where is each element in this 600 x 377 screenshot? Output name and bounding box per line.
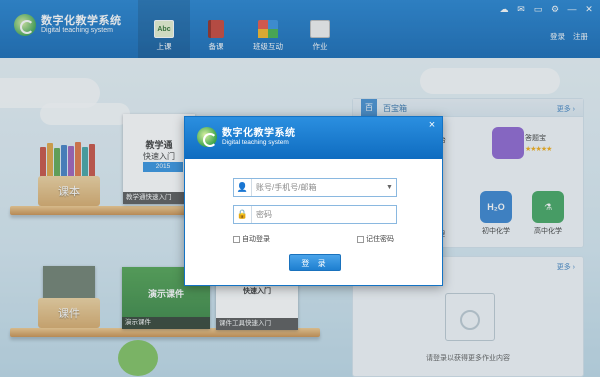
remember-password-label: 记住密码 bbox=[366, 236, 394, 243]
dialog-logo: 数字化教学系统 Digital teaching system bbox=[197, 127, 296, 147]
login-dialog: 数字化教学系统 Digital teaching system × 👤 ▼ 🔒 … bbox=[184, 116, 443, 286]
dialog-title: 数字化教学系统 bbox=[222, 127, 296, 139]
remember-password-checkbox[interactable]: 记住密码 bbox=[357, 234, 394, 244]
chevron-down-icon[interactable]: ▼ bbox=[386, 184, 396, 191]
checkbox-icon[interactable] bbox=[233, 235, 240, 243]
account-input[interactable] bbox=[252, 179, 386, 196]
user-icon: 👤 bbox=[234, 179, 252, 196]
password-field[interactable]: 🔒 bbox=[233, 205, 397, 224]
auto-login-checkbox[interactable]: 自动登录 bbox=[233, 234, 270, 244]
lock-icon: 🔒 bbox=[234, 206, 252, 223]
dialog-subtitle: Digital teaching system bbox=[222, 138, 289, 146]
login-button[interactable]: 登 录 bbox=[289, 254, 341, 271]
close-icon[interactable]: × bbox=[426, 119, 438, 131]
auto-login-label: 自动登录 bbox=[242, 236, 270, 243]
password-input[interactable] bbox=[252, 206, 396, 223]
login-dialog-header: 数字化教学系统 Digital teaching system × bbox=[185, 117, 442, 159]
logo-mark-icon bbox=[197, 127, 217, 147]
account-field[interactable]: 👤 ▼ bbox=[233, 178, 397, 197]
checkbox-icon[interactable] bbox=[357, 235, 364, 243]
